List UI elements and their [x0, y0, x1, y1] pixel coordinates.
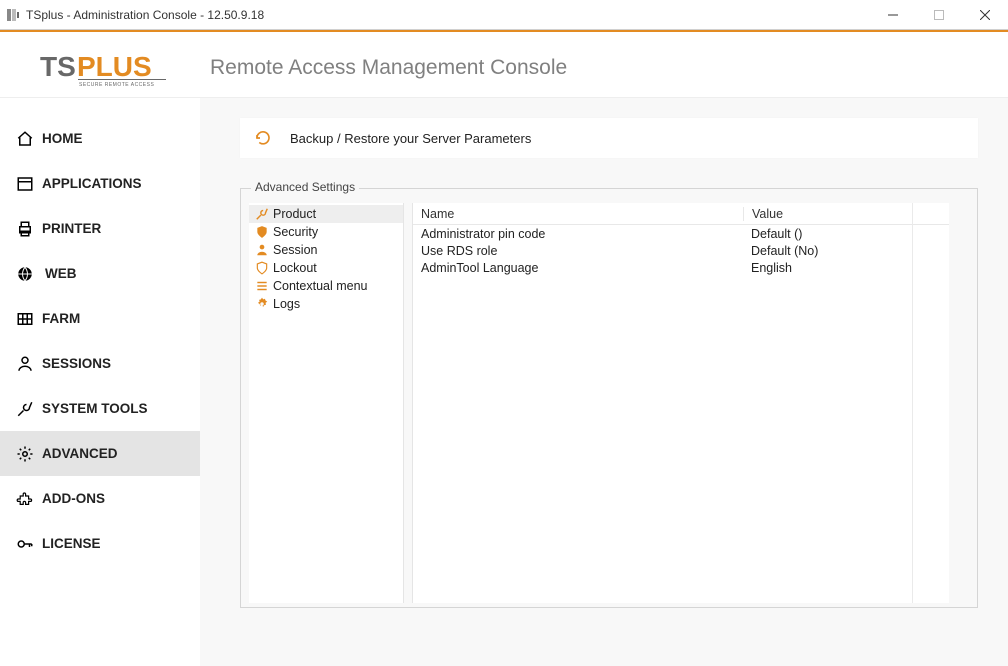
sidebar: HOME APPLICATIONS PRINTER WEB FARM [0, 98, 200, 666]
table-row[interactable]: Administrator pin code Default () [413, 225, 949, 242]
sidebar-item-label: SYSTEM TOOLS [42, 401, 148, 416]
category-security[interactable]: Security [249, 223, 403, 241]
minimize-button[interactable] [870, 0, 916, 30]
advanced-settings-panel: Advanced Settings Product Security [240, 188, 978, 608]
table-divider [912, 203, 913, 603]
sidebar-item-label: APPLICATIONS [42, 176, 142, 191]
header: TS PLUS SECURE REMOTE ACCESS Remote Acce… [0, 38, 1008, 98]
cell-name: AdminTool Language [413, 261, 743, 275]
column-value[interactable]: Value [743, 207, 949, 221]
column-name[interactable]: Name [413, 207, 743, 221]
backup-restore-button[interactable]: Backup / Restore your Server Parameters [240, 118, 978, 158]
svg-text:TS: TS [40, 51, 76, 82]
sidebar-item-label: HOME [42, 131, 83, 146]
category-label: Lockout [273, 261, 317, 275]
app-icon [6, 8, 20, 22]
logo: TS PLUS SECURE REMOTE ACCESS [40, 48, 180, 88]
cell-name: Use RDS role [413, 244, 743, 258]
sidebar-item-label: WEB [45, 266, 77, 281]
person-icon [255, 243, 273, 257]
content-area: Backup / Restore your Server Parameters … [200, 98, 1008, 666]
sidebar-item-system-tools[interactable]: SYSTEM TOOLS [0, 386, 200, 431]
sidebar-item-label: ADVANCED [42, 446, 118, 461]
cell-value: Default (No) [743, 244, 949, 258]
maximize-button[interactable] [916, 0, 962, 30]
shield-icon [255, 225, 273, 239]
svg-text:SECURE REMOTE ACCESS: SECURE REMOTE ACCESS [79, 82, 154, 88]
globe-icon [14, 265, 36, 283]
sidebar-item-label: SESSIONS [42, 356, 111, 371]
window-icon [14, 175, 36, 193]
category-session[interactable]: Session [249, 241, 403, 259]
category-lockout[interactable]: Lockout [249, 259, 403, 277]
sidebar-item-label: PRINTER [42, 221, 101, 236]
menu-icon [255, 279, 273, 293]
sidebar-item-label: FARM [42, 311, 80, 326]
svg-text:PLUS: PLUS [77, 51, 152, 82]
wrench-icon [255, 207, 273, 221]
sidebar-item-sessions[interactable]: SESSIONS [0, 341, 200, 386]
home-icon [14, 130, 36, 148]
key-icon [14, 535, 36, 553]
category-logs[interactable]: Logs [249, 295, 403, 313]
sidebar-item-label: LICENSE [42, 536, 101, 551]
sidebar-item-home[interactable]: HOME [0, 116, 200, 161]
sidebar-item-web[interactable]: WEB [0, 251, 200, 296]
table-row[interactable]: AdminTool Language English [413, 259, 949, 276]
settings-table: Name Value Administrator pin code Defaul… [412, 203, 949, 603]
gear-icon [255, 297, 273, 311]
category-label: Product [273, 207, 316, 221]
sidebar-item-applications[interactable]: APPLICATIONS [0, 161, 200, 206]
titlebar: TSplus - Administration Console - 12.50.… [0, 0, 1008, 30]
sidebar-item-license[interactable]: LICENSE [0, 521, 200, 566]
person-icon [14, 355, 36, 373]
category-contextual-menu[interactable]: Contextual menu [249, 277, 403, 295]
category-list: Product Security Session [249, 203, 404, 603]
restore-icon [254, 129, 276, 147]
puzzle-icon [14, 490, 36, 508]
printer-icon [14, 220, 36, 238]
cell-value: Default () [743, 227, 949, 241]
sidebar-item-farm[interactable]: FARM [0, 296, 200, 341]
category-label: Logs [273, 297, 300, 311]
table-row[interactable]: Use RDS role Default (No) [413, 242, 949, 259]
accent-rule [0, 30, 1008, 32]
sidebar-item-label: ADD-ONS [42, 491, 105, 506]
category-label: Session [273, 243, 317, 257]
category-label: Security [273, 225, 318, 239]
table-header: Name Value [413, 203, 949, 225]
gear-icon [14, 445, 36, 463]
close-button[interactable] [962, 0, 1008, 30]
wrench-icon [14, 400, 36, 418]
sidebar-item-add-ons[interactable]: ADD-ONS [0, 476, 200, 521]
cell-name: Administrator pin code [413, 227, 743, 241]
window-title: TSplus - Administration Console - 12.50.… [26, 8, 264, 22]
app-title: Remote Access Management Console [210, 56, 567, 80]
cell-value: English [743, 261, 949, 275]
sidebar-item-printer[interactable]: PRINTER [0, 206, 200, 251]
grid-icon [14, 310, 36, 328]
shield-lock-icon [255, 261, 273, 275]
category-label: Contextual menu [273, 279, 368, 293]
backup-label: Backup / Restore your Server Parameters [290, 131, 531, 146]
fieldset-legend: Advanced Settings [251, 180, 359, 194]
category-product[interactable]: Product [249, 205, 403, 223]
sidebar-item-advanced[interactable]: ADVANCED [0, 431, 200, 476]
